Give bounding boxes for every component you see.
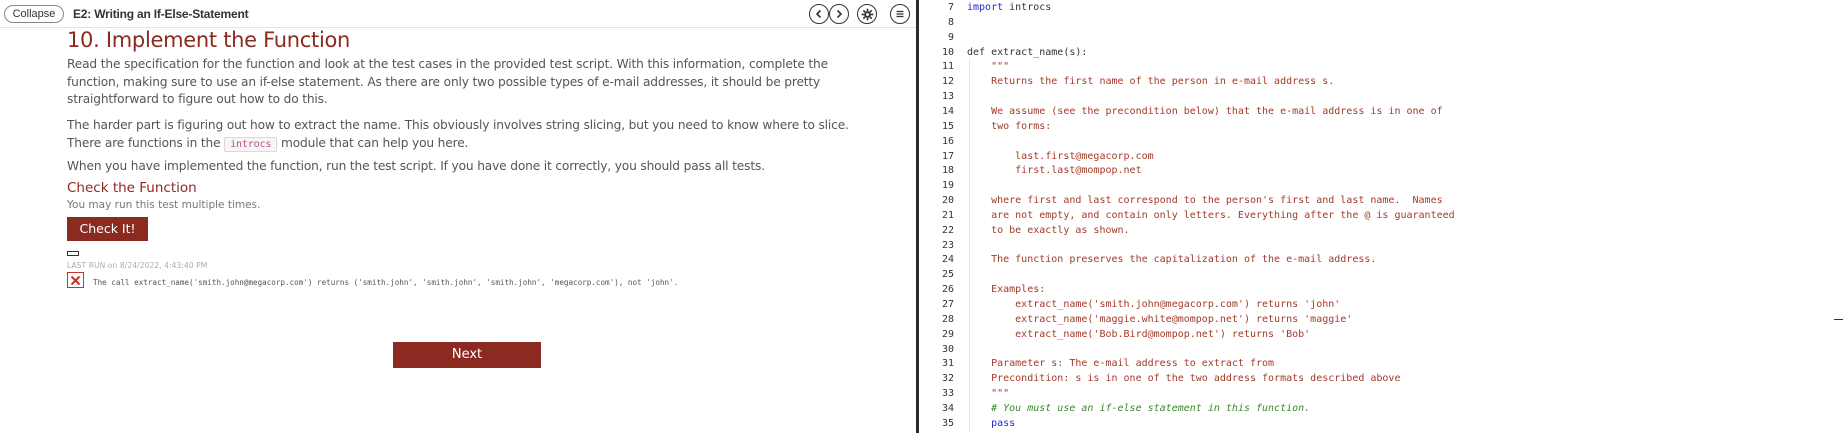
line-number-gutter: 7 8 9 10 11 12 13 14 15 16 17 18 19 20 21 22 23 24 25 26 27 2… [919,0,954,433]
line-number: 21 [941,209,954,221]
line-number: 34 [941,402,954,414]
chevron-right-icon [834,9,844,19]
line-number: 12 [941,76,954,88]
code-line: """ [967,388,1010,400]
line-number: 23 [941,239,954,251]
next-button[interactable]: Next [393,342,541,368]
code-line: first.last@mompop.net [967,165,1142,177]
line-number: 7 [947,2,954,13]
introcs-code: introcs [224,136,278,152]
line-number: 28 [941,313,954,325]
settings-button[interactable] [857,4,877,24]
line-number: 14 [941,105,954,117]
check-subtitle: You may run this test multiple times. [67,199,261,211]
line-number: 9 [947,31,954,43]
check-it-button[interactable]: Check It! [67,217,148,241]
test-result-message: The call extract_name('smith.john@megaco… [93,278,679,287]
check-title: Check the Function [67,180,197,196]
line-number: 16 [941,135,954,147]
line-number: 26 [941,284,954,296]
code-line: last.first@megacorp.com [967,150,1154,162]
scrollbar-marker [1834,319,1843,320]
code-editor[interactable]: 7 8 9 10 11 12 13 14 15 16 17 18 19 20 21 22 23 24 25 26 27 2… [919,0,1843,433]
code-line: pass [967,417,1016,429]
code-line: # You must use an if-else statement in t… [967,402,1311,414]
instruction-pane: Collapse E2: Writing an If-Else-Statemen… [0,0,916,433]
code-line: Examples: [967,284,1046,296]
line-number: 24 [941,254,954,266]
line-number: 18 [941,165,954,177]
line-number: 33 [941,388,954,400]
forward-button[interactable] [829,4,849,24]
line-number: 19 [941,180,954,192]
instruction-paragraph-tests: When you have implemented the function, … [67,159,765,173]
code-line: where first and last correspond to the p… [967,195,1443,207]
indent-guide [969,59,970,431]
line-number: 8 [947,16,954,28]
code-line: are not empty, and contain only letters.… [967,209,1455,221]
results-toggle[interactable] [67,251,79,256]
line-number: 32 [941,373,954,385]
code-line: extract_name('smith.john@megacorp.com') … [967,299,1341,310]
lesson-title: E2: Writing an If-Else-Statement [73,7,249,21]
menu-icon [895,9,905,19]
code-line: def extract_name(s): [967,46,1088,58]
code-line: import introcs [967,2,1052,13]
line-number: 10 [941,46,954,58]
fail-icon [67,272,84,288]
previous-button[interactable] [809,4,829,24]
line-number: 27 [941,299,954,310]
page-title: 10. Implement the Function [67,28,351,52]
collapse-button[interactable]: Collapse [4,5,64,23]
line-number: 25 [941,269,954,281]
lesson-toolbar: Collapse E2: Writing an If-Else-Statemen… [0,0,916,28]
line-number: 30 [941,343,954,355]
instruction-paragraph: Read the specification for the function … [67,57,828,106]
code-line: """ [967,61,1010,73]
line-number: 17 [941,150,954,162]
code-line: We assume (see the precondition below) t… [967,105,1443,117]
last-run-timestamp: LAST RUN on 8/24/2022, 4:43:40 PM [67,261,208,270]
line-number: 35 [941,417,954,429]
line-number: 20 [941,195,954,207]
code-line: Precondition: s is in one of the two add… [967,373,1401,385]
code-line: The function preserves the capitalizatio… [967,254,1377,266]
line-number: 22 [941,224,954,236]
instruction-paragraph-slicing: The harder part is figuring out how to e… [67,117,867,152]
code-line: two forms: [967,120,1052,132]
code-line: extract_name('Bob.Bird@mompop.net') retu… [967,328,1311,340]
code-line: to be exactly as shown. [967,224,1130,236]
menu-button[interactable] [890,4,910,24]
line-number: 31 [941,358,954,370]
gear-icon [861,8,874,21]
code-line: Parameter s: The e-mail address to extra… [967,358,1275,370]
paragraph-text: module that can help you here. [277,135,469,150]
code-line: Returns the first name of the person in … [967,76,1335,88]
chevron-left-icon [814,9,824,19]
line-number: 11 [941,61,954,73]
line-number: 29 [941,328,954,340]
line-number: 13 [941,91,954,103]
code-line: extract_name('maggie.white@mompop.net') … [967,313,1353,325]
line-number: 15 [941,120,954,132]
